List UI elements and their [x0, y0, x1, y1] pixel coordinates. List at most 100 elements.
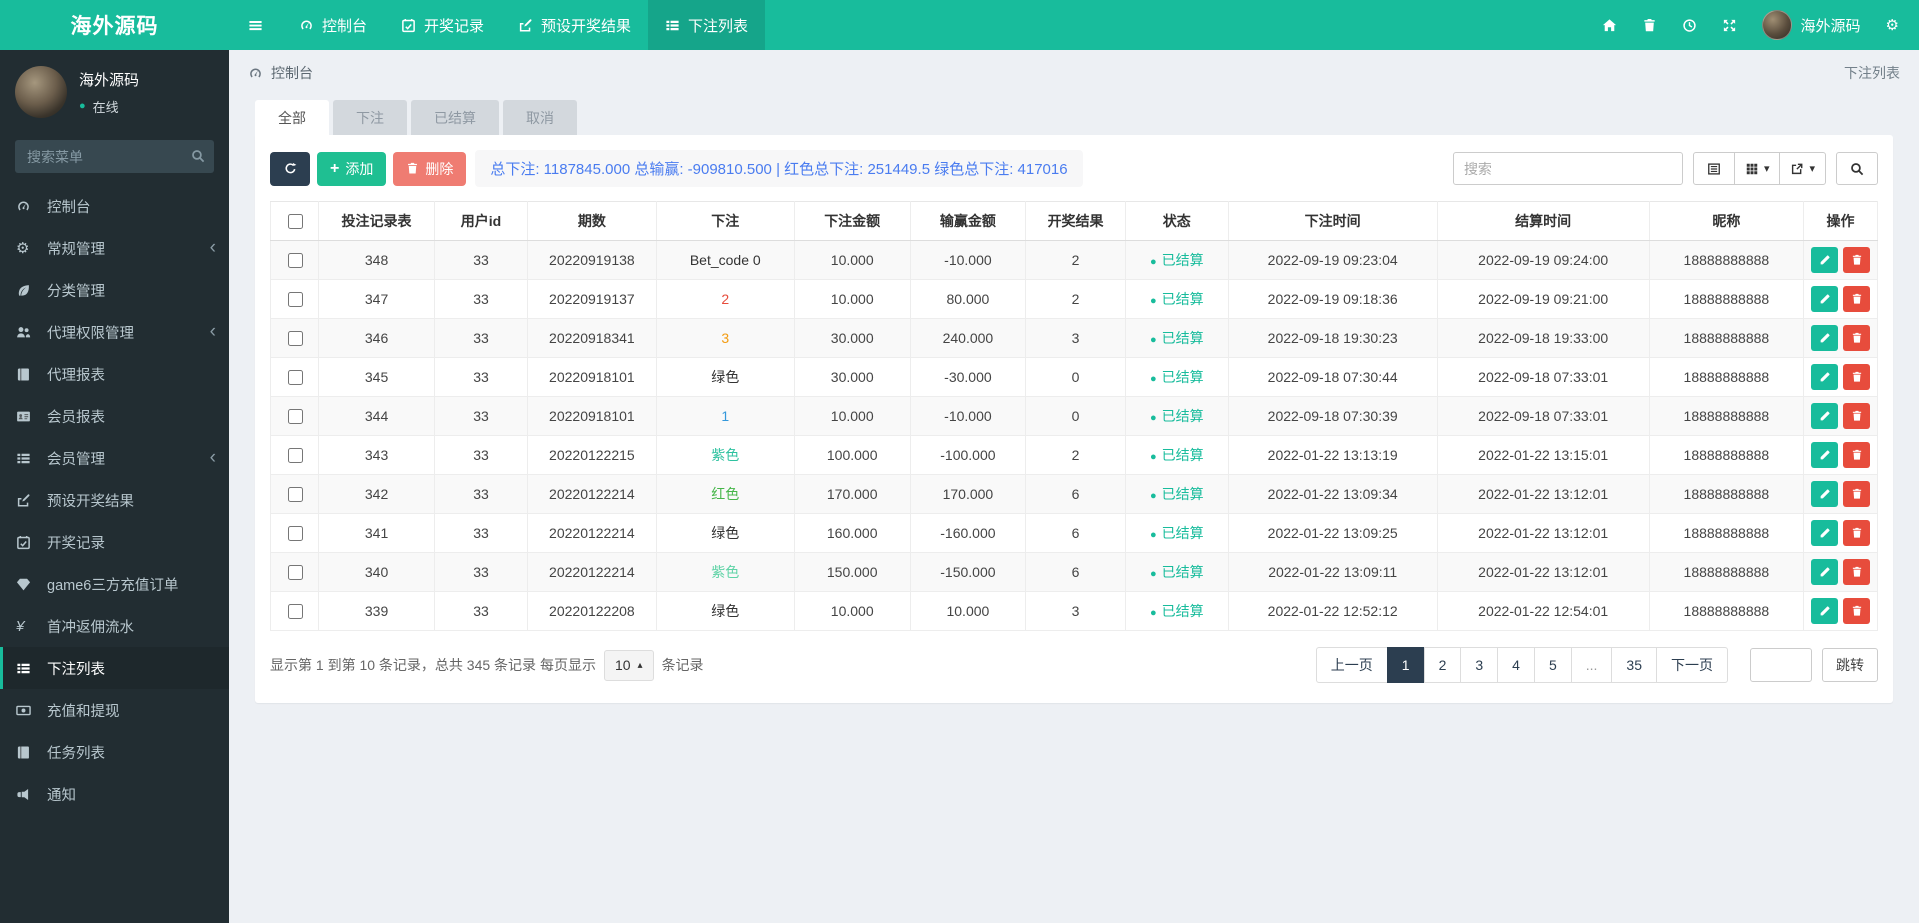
column-header: 输赢金额 — [909, 201, 1027, 241]
nav-item-dashboard[interactable]: 控制台 — [282, 0, 384, 50]
sidebar-item-recharge-withdraw[interactable]: 充值和提现 — [0, 689, 229, 731]
bet-amount-cell: 10.000 — [793, 591, 911, 631]
sidebar-item-label: 首冲返佣流水 — [47, 619, 134, 636]
detail-view-button[interactable] — [1692, 152, 1735, 185]
edit-button[interactable] — [1811, 442, 1838, 468]
status-cell: ● 已结算 — [1124, 279, 1229, 319]
sidebar-item-bet-list[interactable]: 下注列表 — [0, 647, 229, 689]
select-all-checkbox[interactable] — [287, 213, 303, 229]
gears-icon[interactable]: ⚙ — [1886, 18, 1899, 33]
sidebar-item-label: 控制台 — [47, 199, 91, 216]
next-page-button[interactable]: 下一页 — [1656, 647, 1728, 683]
history-icon[interactable] — [1682, 18, 1697, 33]
bet-record-id-cell: 342 — [318, 474, 435, 514]
delete-button[interactable] — [1843, 403, 1870, 429]
row-checkbox[interactable] — [287, 252, 303, 268]
row-checkbox[interactable] — [287, 603, 303, 619]
search-button[interactable] — [1836, 152, 1878, 185]
bet-record-id-cell: 339 — [318, 591, 435, 631]
sidebar-item-category-management[interactable]: 分类管理 — [0, 269, 229, 311]
sidebar-item-task-list[interactable]: 任务列表 — [0, 731, 229, 773]
sidebar-item-agent-report[interactable]: 代理报表 — [0, 353, 229, 395]
row-checkbox[interactable] — [287, 447, 303, 463]
page-button-4[interactable]: 4 — [1497, 647, 1535, 683]
sidebar-item-game6-orders[interactable]: game6三方充值订单 — [0, 563, 229, 605]
trash-icon[interactable] — [1642, 18, 1657, 33]
sidebar-item-first-charge-rebate[interactable]: ¥ 首冲返佣流水 — [0, 605, 229, 647]
delete-button[interactable] — [1843, 559, 1870, 585]
refresh-button[interactable] — [270, 151, 310, 186]
row-checkbox[interactable] — [287, 564, 303, 580]
status-cell: ● 已结算 — [1124, 357, 1229, 397]
delete-button[interactable] — [1843, 520, 1870, 546]
edit-button[interactable] — [1811, 481, 1838, 507]
nav-item-lottery-records[interactable]: 开奖记录 — [384, 0, 501, 50]
sidebar-item-general-management[interactable]: ⚙ 常规管理 ‹ — [0, 227, 229, 269]
sidebar-item-dashboard[interactable]: 控制台 — [0, 185, 229, 227]
row-select-cell — [269, 396, 320, 436]
edit-button[interactable] — [1811, 247, 1838, 273]
delete-button[interactable] — [1843, 325, 1870, 351]
row-checkbox[interactable] — [287, 330, 303, 346]
add-button[interactable]: + 添加 — [317, 151, 387, 186]
tab-settled[interactable]: 已结算 — [411, 100, 499, 135]
prev-page-button[interactable]: 上一页 — [1315, 647, 1388, 683]
page-button-5[interactable]: 5 — [1533, 647, 1572, 683]
edit-button[interactable] — [1811, 403, 1838, 429]
search-icon[interactable] — [191, 149, 205, 163]
export-button[interactable]: ▾ — [1779, 152, 1826, 185]
tab-bet[interactable]: 下注 — [333, 100, 407, 135]
status-cell: ● 已结算 — [1124, 435, 1229, 475]
user-menu[interactable]: 海外源码 — [1761, 10, 1861, 40]
edit-button[interactable] — [1811, 520, 1838, 546]
delete-button[interactable] — [1843, 286, 1870, 312]
page-button-3[interactable]: 3 — [1460, 647, 1499, 683]
trash-icon — [1851, 293, 1863, 305]
fullscreen-icon[interactable] — [1722, 18, 1737, 33]
edit-button[interactable] — [1811, 325, 1838, 351]
sidebar-toggle-button[interactable] — [229, 0, 282, 50]
nav-item-preset-results[interactable]: 预设开奖结果 — [501, 0, 648, 50]
tab-all[interactable]: 全部 — [255, 100, 329, 135]
filter-tabs: 全部 下注 已结算 取消 — [255, 100, 1893, 135]
columns-button[interactable]: ▾ — [1733, 152, 1781, 185]
page-button-35[interactable]: 35 — [1611, 647, 1657, 683]
row-checkbox[interactable] — [287, 525, 303, 541]
sidebar-item-member-management[interactable]: 会员管理 ‹ — [0, 437, 229, 479]
delete-button[interactable] — [1843, 481, 1870, 507]
sidebar-item-agent-permission[interactable]: 代理权限管理 ‹ — [0, 311, 229, 353]
sidebar-item-lottery-records[interactable]: 开奖记录 — [0, 521, 229, 563]
edit-button[interactable] — [1811, 364, 1838, 390]
tab-cancel[interactable]: 取消 — [503, 100, 577, 135]
sidebar-item-member-report[interactable]: 会员报表 — [0, 395, 229, 437]
sidebar-item-notice[interactable]: 通知 — [0, 773, 229, 815]
delete-button[interactable] — [1843, 442, 1870, 468]
page-button-1[interactable]: 1 — [1386, 647, 1425, 683]
delete-button[interactable] — [1843, 247, 1870, 273]
edit-button[interactable] — [1811, 559, 1838, 585]
row-checkbox[interactable] — [287, 291, 303, 307]
bet-time-cell: 2022-01-22 13:09:11 — [1227, 552, 1438, 592]
edit-button[interactable] — [1811, 286, 1838, 312]
jump-page-input[interactable] — [1750, 648, 1812, 682]
row-checkbox[interactable] — [287, 369, 303, 385]
nav-item-bet-list[interactable]: 下注列表 — [648, 0, 766, 50]
page-button-2[interactable]: 2 — [1423, 647, 1462, 683]
edit-button[interactable] — [1811, 598, 1838, 624]
page-size-select[interactable]: 10 ▴ — [603, 649, 654, 681]
jump-button[interactable]: 跳转 — [1822, 648, 1878, 682]
delete-button[interactable] — [1843, 364, 1870, 390]
nav-item-label: 控制台 — [322, 17, 368, 35]
home-icon[interactable] — [1602, 18, 1617, 33]
row-checkbox[interactable] — [287, 486, 303, 502]
sidebar-item-preset-results[interactable]: 预设开奖结果 — [0, 479, 229, 521]
winloss-cell: -150.000 — [909, 552, 1027, 592]
table-search-input[interactable] — [1452, 152, 1683, 185]
sidebar-search-input[interactable] — [15, 140, 214, 173]
row-checkbox[interactable] — [287, 408, 303, 424]
status-cell: ● 已结算 — [1124, 318, 1229, 358]
nav-item-label: 预设开奖结果 — [541, 17, 632, 35]
sidebar-username: 海外源码 — [79, 71, 140, 89]
delete-button[interactable] — [1843, 598, 1870, 624]
delete-button[interactable]: 删除 — [393, 151, 467, 186]
